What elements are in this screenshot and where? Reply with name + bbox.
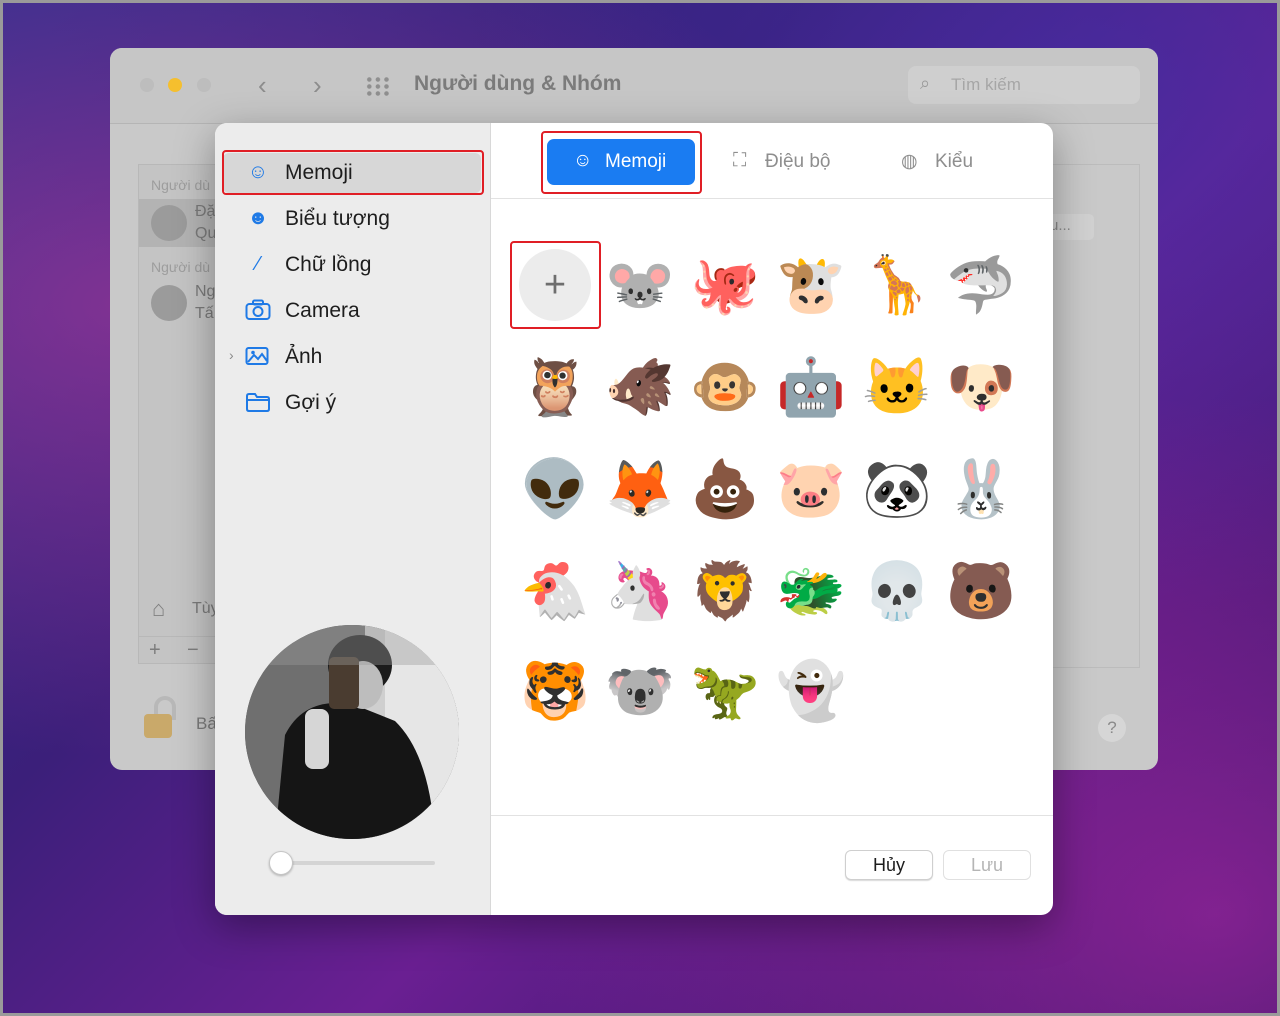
lock-icon[interactable] bbox=[140, 696, 182, 742]
tab-label: Kiểu bbox=[935, 151, 974, 172]
memoji-item[interactable]: 🦉 bbox=[519, 351, 591, 423]
memoji-item[interactable]: 🐯 bbox=[519, 655, 591, 727]
memoji-item[interactable]: 🐲 bbox=[775, 555, 847, 627]
remove-user-button[interactable]: − bbox=[187, 639, 199, 662]
sidebar-item-suggestions[interactable]: Gợi ý bbox=[223, 383, 481, 423]
pose-icon: ⛶ bbox=[733, 150, 747, 171]
picture-picker-dialog: ☺ Memoji ☻ Biểu tượng ⁄ Chữ lồng Camera … bbox=[215, 123, 1053, 915]
tab-label: Điệu bộ bbox=[765, 151, 831, 172]
memoji-item[interactable]: 🐔 bbox=[519, 555, 591, 627]
users-list: Người dù Đặ Qu Người dù Ng Tấ bbox=[138, 164, 219, 664]
memoji-item[interactable]: 🦄 bbox=[604, 555, 676, 627]
save-button[interactable]: Lưu bbox=[943, 850, 1031, 880]
add-remove-bar: + − bbox=[138, 636, 218, 664]
memoji-item[interactable]: 🐻 bbox=[945, 555, 1017, 627]
memoji-grid: + 🐭 🐙 🐮 🦒 🦈 🦉 🐗 🐵 🤖 🐱 🐶 👽 🦊 💩 🐷 🐼 🐰 🐔 🦄 🦁 🐲 💀 🐻 🐯 🐨 🦖 👻 bbox=[491, 223, 1053, 823]
sidebar-item-emoji[interactable]: ☻ Biểu tượng bbox=[223, 199, 481, 239]
sidebar-item-label: Camera bbox=[285, 299, 360, 322]
window-title: Người dùng & Nhóm bbox=[414, 72, 622, 95]
zoom-slider[interactable] bbox=[277, 861, 435, 865]
search-field[interactable]: ⌕ Tìm kiếm bbox=[908, 66, 1140, 104]
picker-sidebar: ☺ Memoji ☻ Biểu tượng ⁄ Chữ lồng Camera … bbox=[215, 123, 491, 915]
list-header: Người dù bbox=[151, 259, 211, 275]
picker-tabs: ☺ Memoji ⛶ Điệu bộ ◍ Kiểu bbox=[491, 123, 1053, 199]
memoji-item[interactable]: 🦈 bbox=[945, 249, 1017, 321]
memoji-item[interactable]: 🐙 bbox=[689, 249, 761, 321]
sidebar-item-monogram[interactable]: ⁄ Chữ lồng bbox=[223, 245, 481, 285]
memoji-item[interactable]: 🦊 bbox=[604, 453, 676, 525]
forward-arrow-icon[interactable]: › bbox=[313, 70, 322, 101]
sidebar-item-memoji[interactable]: ☺ Memoji bbox=[223, 153, 481, 193]
back-arrow-icon[interactable]: ‹ bbox=[258, 70, 267, 101]
show-all-grid-icon[interactable] bbox=[365, 76, 391, 96]
memoji-item[interactable]: 🐮 bbox=[775, 249, 847, 321]
memoji-item[interactable]: 🐗 bbox=[604, 351, 676, 423]
memoji-item[interactable]: 🦁 bbox=[689, 555, 761, 627]
memoji-icon: ☺ bbox=[573, 150, 593, 171]
memoji-item[interactable]: 🦖 bbox=[689, 655, 761, 727]
sidebar-item-label: Memoji bbox=[285, 161, 353, 184]
memoji-item[interactable]: 👻 bbox=[775, 655, 847, 727]
chevron-right-icon[interactable]: › bbox=[229, 347, 234, 363]
sidebar-item-label: Gợi ý bbox=[285, 391, 337, 414]
help-button[interactable]: ? bbox=[1098, 714, 1126, 742]
minimize-button[interactable] bbox=[168, 78, 182, 92]
sidebar-item-camera[interactable]: Camera bbox=[223, 291, 481, 331]
list-header: Người dù bbox=[151, 177, 211, 193]
memoji-item[interactable]: 🐵 bbox=[689, 351, 761, 423]
user-name: Ng bbox=[195, 283, 216, 300]
add-user-button[interactable]: + bbox=[149, 639, 161, 662]
memoji-item[interactable]: 🐷 bbox=[775, 453, 847, 525]
house-icon: ⌂ bbox=[152, 596, 166, 621]
memoji-item[interactable]: 👽 bbox=[519, 453, 591, 525]
zoom-button[interactable] bbox=[197, 78, 211, 92]
tab-label: Memoji bbox=[605, 151, 667, 172]
camera-icon bbox=[245, 299, 271, 323]
footer-divider bbox=[491, 815, 1053, 816]
background-titlebar: ‹ › Người dùng & Nhóm ⌕ Tìm kiếm bbox=[110, 48, 1158, 124]
memoji-item[interactable]: 🐨 bbox=[604, 655, 676, 727]
sidebar-item-photos[interactable]: › Ảnh bbox=[223, 337, 481, 377]
folder-icon bbox=[245, 391, 271, 415]
add-memoji-button[interactable]: + bbox=[519, 249, 591, 321]
memoji-item[interactable]: 🐰 bbox=[945, 453, 1017, 525]
user-role: Qu bbox=[195, 225, 217, 242]
close-button[interactable] bbox=[140, 78, 154, 92]
profile-photo-preview bbox=[245, 625, 459, 839]
photos-icon bbox=[245, 345, 271, 369]
pencil-icon: ⁄ bbox=[256, 253, 260, 275]
sidebar-item-label: Chữ lồng bbox=[285, 253, 372, 276]
memoji-item[interactable]: 🐼 bbox=[861, 453, 933, 525]
user-role: Tấ bbox=[195, 305, 214, 322]
memoji-item[interactable]: 💩 bbox=[689, 453, 761, 525]
memoji-item[interactable]: 🐭 bbox=[604, 249, 676, 321]
sidebar-item-label: Biểu tượng bbox=[285, 207, 390, 230]
memoji-item[interactable]: 🤖 bbox=[775, 351, 847, 423]
tab-poses[interactable]: ⛶ Điệu bộ bbox=[727, 139, 847, 185]
search-placeholder: Tìm kiếm bbox=[951, 75, 1021, 94]
tab-memoji[interactable]: ☺ Memoji bbox=[547, 139, 695, 185]
cancel-button[interactable]: Hủy bbox=[845, 850, 933, 880]
memoji-item[interactable]: 🐶 bbox=[945, 351, 1017, 423]
avatar bbox=[151, 205, 187, 241]
memoji-item[interactable]: 💀 bbox=[861, 555, 933, 627]
zoom-slider-knob[interactable] bbox=[269, 851, 293, 875]
search-icon: ⌕ bbox=[920, 73, 931, 93]
plus-icon: + bbox=[519, 249, 591, 321]
memoji-item[interactable]: 🦒 bbox=[861, 249, 933, 321]
memoji-item[interactable]: 🐱 bbox=[861, 351, 933, 423]
sidebar-item-label: Ảnh bbox=[285, 345, 323, 368]
palette-icon: ◍ bbox=[901, 151, 918, 172]
smiley-icon: ☻ bbox=[247, 207, 269, 229]
memoji-icon: ☺ bbox=[247, 161, 269, 183]
user-name: Đặ bbox=[195, 203, 216, 220]
tab-style[interactable]: ◍ Kiểu bbox=[897, 139, 997, 185]
lock-label: Bấ bbox=[196, 714, 217, 733]
avatar bbox=[151, 285, 187, 321]
